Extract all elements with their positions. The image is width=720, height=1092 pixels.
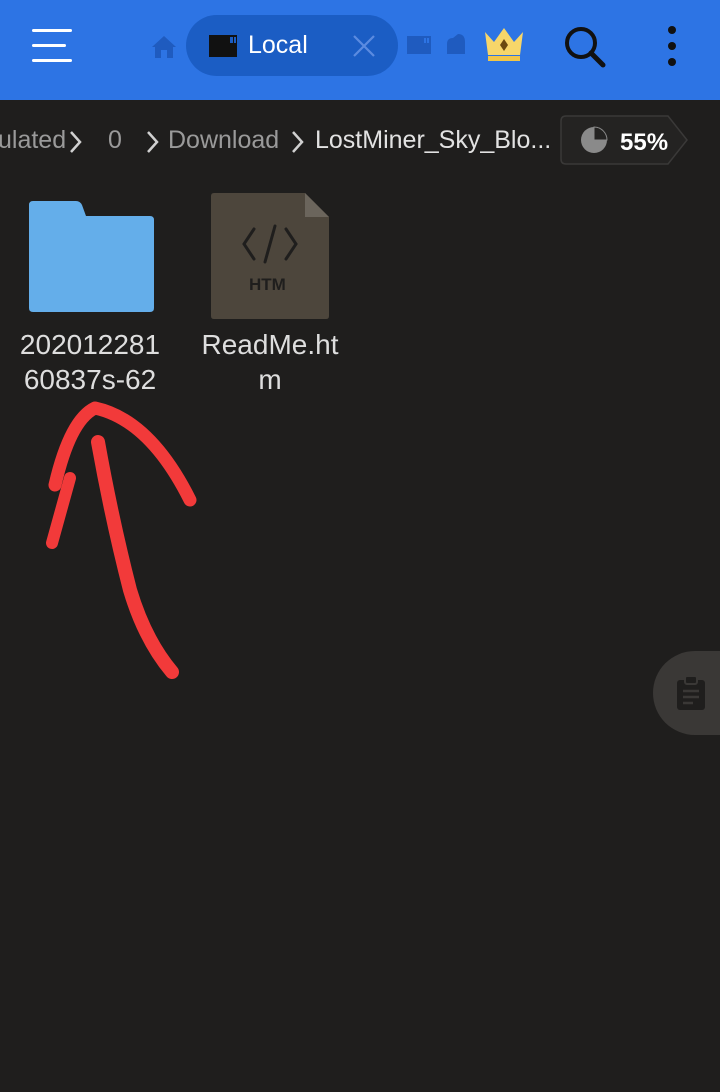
menu-icon[interactable] (32, 27, 78, 67)
close-icon[interactable] (349, 31, 379, 61)
breadcrumb-item[interactable]: 0 (108, 126, 122, 155)
tab-local-label: Local (248, 31, 308, 59)
breadcrumb-current[interactable]: LostMiner_Sky_Blo... (315, 126, 551, 155)
breadcrumb-item[interactable]: ulated (0, 126, 66, 155)
file-item[interactable]: HTM ReadMe.ht m (185, 190, 355, 400)
folder-name: 202012281 60837s-62 (19, 329, 161, 395)
sd-card-icon (209, 35, 237, 57)
file-type-badge: HTM (249, 275, 286, 294)
chevron-right-icon (292, 131, 304, 153)
clipboard-button[interactable] (653, 651, 720, 735)
crown-icon[interactable] (481, 22, 527, 66)
chevron-right-icon (70, 131, 82, 153)
code-file-icon (211, 193, 329, 319)
search-icon[interactable] (561, 23, 607, 69)
more-vertical-icon[interactable] (660, 24, 684, 70)
file-name: ReadMe.ht m (201, 329, 339, 395)
cloud-icon[interactable] (444, 32, 468, 56)
breadcrumb-item[interactable]: Download (168, 126, 279, 155)
chevron-right-icon (147, 131, 159, 153)
folder-icon (29, 201, 154, 312)
storage-percent: 55% (620, 129, 669, 156)
clipboard-icon (677, 675, 705, 710)
top-toolbar: Local (0, 0, 720, 100)
folder-item[interactable]: 202012281 60837s-62 (5, 190, 175, 400)
sd-card-icon[interactable] (406, 34, 432, 56)
home-icon[interactable] (149, 32, 179, 62)
tab-local[interactable]: Local (186, 15, 398, 76)
